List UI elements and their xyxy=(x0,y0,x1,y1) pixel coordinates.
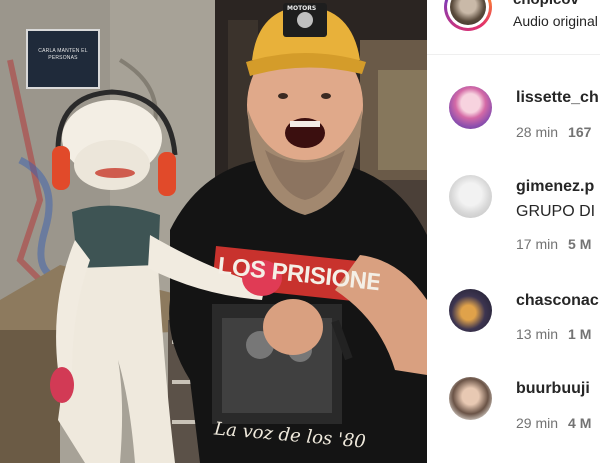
comment-item: lissette_ch 28 min 167 xyxy=(427,86,600,166)
author-username[interactable]: chopicov xyxy=(513,0,579,8)
comment-username[interactable]: buurbuuji xyxy=(516,380,590,398)
author-avatar[interactable] xyxy=(444,0,492,31)
comment-meta: 13 min 1 M xyxy=(516,326,591,342)
commenter-avatar[interactable] xyxy=(449,377,492,420)
comment-username[interactable]: gimenez.p xyxy=(516,178,594,196)
comment-item: gimenez.p GRUPO DI 17 min 5 M xyxy=(427,175,600,255)
comment-likes[interactable]: 4 M xyxy=(568,415,591,431)
comment-meta: 29 min 4 M xyxy=(516,415,591,431)
commenter-avatar[interactable] xyxy=(449,175,492,218)
cap-patch-text: MOTORS xyxy=(287,5,317,12)
comment-username[interactable]: lissette_ch xyxy=(516,89,599,107)
commenter-avatar[interactable] xyxy=(449,289,492,332)
author-avatar-image xyxy=(450,0,486,25)
comment-username[interactable]: chasconac xyxy=(516,292,599,310)
audio-link[interactable]: Audio original xyxy=(513,13,598,29)
comment-meta: 28 min 167 xyxy=(516,124,591,140)
comment-item: chasconac 13 min 1 M xyxy=(427,289,600,369)
comment-text: GRUPO DI xyxy=(516,203,596,220)
commenter-avatar[interactable] xyxy=(449,86,492,129)
comments-panel: chopicov Audio original lissette_ch 28 m… xyxy=(427,0,600,463)
comment-time: 13 min xyxy=(516,326,559,342)
post-media[interactable]: CARLA MANTEN EL PERSONAS MOTORS LOS PRIS… xyxy=(0,0,427,463)
post-header: chopicov Audio original xyxy=(427,0,600,55)
comment-likes[interactable]: 167 xyxy=(568,124,591,140)
comment-time: 29 min xyxy=(516,415,559,431)
media-scene xyxy=(0,0,427,463)
comment-item: buurbuuji 29 min 4 M xyxy=(427,377,600,457)
comment-time: 17 min xyxy=(516,236,559,252)
comment-likes[interactable]: 5 M xyxy=(568,236,591,252)
wall-sign-text: CARLA MANTEN EL PERSONAS xyxy=(38,48,88,61)
comment-likes[interactable]: 1 M xyxy=(568,326,591,342)
comment-meta: 17 min 5 M xyxy=(516,236,591,252)
comment-time: 28 min xyxy=(516,124,559,140)
